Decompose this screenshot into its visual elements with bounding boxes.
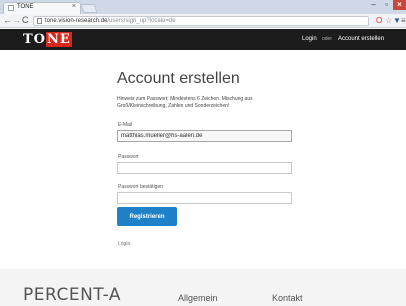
forward-arrow-icon[interactable]: →: [12, 15, 21, 26]
opera-icon[interactable]: O: [376, 16, 382, 26]
header-separator: oder: [322, 36, 333, 42]
bookmark-star-icon[interactable]: ☆: [385, 16, 392, 26]
login-link[interactable]: Login: [118, 241, 130, 247]
site-header: TONE Login oder Account erstellen: [0, 29, 406, 50]
browser-titlebar: TONE × – ▫ ×: [0, 0, 406, 14]
window-minimize-button[interactable]: –: [367, 0, 380, 10]
header-create-account-link[interactable]: Account erstellen: [338, 36, 384, 42]
tab-close-icon[interactable]: ×: [72, 3, 76, 10]
url-path: /users/sign_up?locale=de: [107, 18, 176, 24]
email-field[interactable]: [117, 130, 292, 142]
tone-logo[interactable]: TONE: [23, 32, 72, 47]
address-bar[interactable]: tone.vision-research.de/users/sign_up?lo…: [33, 16, 369, 26]
footer-general-link[interactable]: Allgemein: [178, 293, 218, 303]
url-host: tone.vision-research.de: [45, 18, 108, 24]
menu-icon[interactable]: ≡: [401, 16, 406, 26]
password-field[interactable]: [117, 162, 292, 174]
back-arrow-icon[interactable]: ←: [3, 15, 12, 26]
header-login-link[interactable]: Login: [302, 36, 317, 42]
page-favicon-icon: [8, 5, 14, 11]
page-title: Account erstellen: [117, 70, 240, 87]
percent-a-logo[interactable]: PERCENT-A: [23, 285, 121, 305]
register-button[interactable]: Registrieren: [117, 207, 177, 226]
new-tab-button[interactable]: [80, 4, 98, 13]
window-close-button[interactable]: ×: [393, 0, 406, 10]
reload-icon[interactable]: C: [22, 15, 29, 26]
email-label: E-Mail: [118, 122, 133, 128]
browser-toolbar: ← → C tone.vision-research.de/users/sign…: [0, 14, 406, 28]
footer-contact-link[interactable]: Kontakt: [272, 293, 303, 303]
footer: PERCENT-A Allgemein Kontakt: [0, 269, 406, 306]
window-maximize-button[interactable]: ▫: [380, 0, 393, 10]
logo-to: TO: [23, 32, 46, 47]
tab-title: TONE: [17, 4, 34, 10]
password-confirm-field[interactable]: [117, 192, 292, 204]
browser-tab[interactable]: TONE ×: [3, 2, 81, 14]
shield-icon[interactable]: ▼: [393, 16, 401, 26]
password-confirm-label: Passwort bestätigen: [118, 184, 164, 190]
password-label: Passwort: [118, 154, 139, 160]
address-url[interactable]: tone.vision-research.de/users/sign_up?lo…: [45, 17, 176, 26]
page-icon: [37, 18, 42, 24]
password-hint: Hinweis zum Passwort: Mindestens 6 Zeich…: [117, 96, 253, 109]
logo-ne: NE: [46, 32, 72, 47]
